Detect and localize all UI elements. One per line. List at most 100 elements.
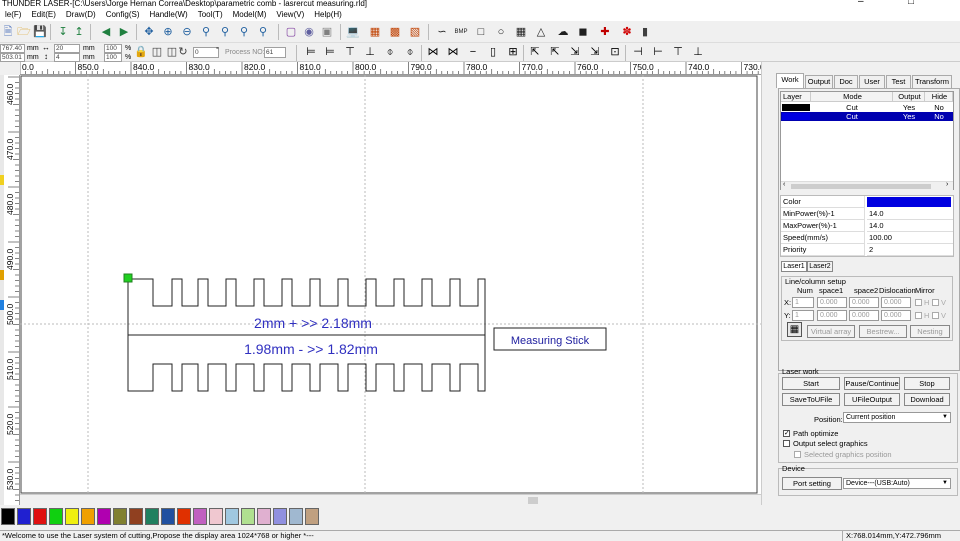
tab-doc[interactable]: Doc	[834, 75, 858, 88]
palette-swatch[interactable]	[33, 508, 47, 525]
menu-3[interactable]: Config(S)	[101, 8, 145, 21]
align-right-icon[interactable]: ⊨	[323, 45, 337, 59]
zoom-window-icon[interactable]: ⚲	[199, 25, 213, 39]
lock-icon[interactable]: 🔒	[134, 45, 148, 59]
menu-6[interactable]: Model(M)	[228, 8, 272, 21]
align-left-icon[interactable]: ⊨	[304, 45, 318, 59]
mirror-h-icon[interactable]: ◫	[150, 45, 164, 59]
array-num-input[interactable]: 1	[792, 297, 814, 308]
stop-button[interactable]: Stop	[904, 377, 950, 390]
zoom-in-icon[interactable]: ⊕	[161, 25, 175, 39]
prop-value[interactable]: 14.0	[867, 220, 953, 232]
palette-swatch[interactable]	[113, 508, 127, 525]
drawing-canvas[interactable]: 2mm + >> 2.18mm 1.98mm - >> 1.82mm Measu…	[20, 75, 761, 494]
undo-icon[interactable]: ◀	[99, 25, 113, 39]
align-center-h-icon[interactable]: ⌽	[403, 45, 417, 59]
port-setting-button[interactable]: Port setting	[782, 477, 842, 490]
palette-swatch[interactable]	[177, 508, 191, 525]
scatter-dots-icon[interactable]: ▩	[388, 25, 402, 39]
palette-swatch[interactable]	[145, 508, 159, 525]
layer-hscrollbar[interactable]: ‹ ›	[781, 181, 953, 190]
selected-position-checkbox[interactable]	[794, 451, 801, 458]
save-icon[interactable]: 💾	[33, 25, 47, 39]
same-height-icon[interactable]: ▯	[486, 45, 500, 59]
palette-swatch[interactable]	[305, 508, 319, 525]
scale-x-input[interactable]: 100	[104, 44, 122, 53]
arrange-top-right-icon[interactable]: ⇱	[548, 45, 562, 59]
palette-swatch[interactable]	[1, 508, 15, 525]
start-button[interactable]: Start	[782, 377, 840, 390]
mirror-v-checkbox[interactable]	[932, 312, 939, 319]
eye-icon[interactable]: ◉	[302, 25, 316, 39]
laser-pen-icon[interactable]: ✚	[598, 25, 612, 39]
arrange-center-icon[interactable]: ⊡	[608, 45, 622, 59]
palette-swatch[interactable]	[225, 508, 239, 525]
device-select[interactable]: Device---(USB:Auto) ▼	[843, 478, 951, 489]
menu-4[interactable]: Handle(W)	[144, 8, 192, 21]
array-s1-input[interactable]: 0.000	[817, 297, 847, 308]
arrange-bottom-right-icon[interactable]: ⇲	[588, 45, 602, 59]
array-dis-input[interactable]: 0.000	[881, 310, 911, 321]
palette-swatch[interactable]	[209, 508, 223, 525]
palette-swatch[interactable]	[193, 508, 207, 525]
distribute-h-icon[interactable]: ⋈	[426, 45, 440, 59]
zoom-all-icon[interactable]: ⚲	[256, 25, 270, 39]
page-bottom-icon[interactable]: ⊥	[691, 45, 705, 59]
palette-swatch[interactable]	[49, 508, 63, 525]
array-s2-input[interactable]: 0.000	[849, 297, 879, 308]
width-input[interactable]: 20	[54, 44, 80, 53]
palette-swatch[interactable]	[129, 508, 143, 525]
array-s1-input[interactable]: 0.000	[817, 310, 847, 321]
menu-5[interactable]: Tool(T)	[193, 8, 228, 21]
mirror-h-checkbox[interactable]	[915, 299, 922, 306]
mirror-h-checkbox[interactable]	[915, 312, 922, 319]
palette-swatch[interactable]	[257, 508, 271, 525]
pause-continue-button[interactable]: Pause/Continue	[844, 377, 900, 390]
mirror-v-checkbox[interactable]	[932, 299, 939, 306]
prop-value[interactable]: 14.0	[867, 208, 953, 220]
polygon-tool-icon[interactable]: △	[534, 25, 548, 39]
array-s2-input[interactable]: 0.000	[849, 310, 879, 321]
curve-tool-icon[interactable]: ∽	[435, 25, 449, 39]
export-icon[interactable]: ↥	[72, 25, 86, 39]
prop-value[interactable]: 100.00	[867, 232, 953, 244]
red-light-icon[interactable]: ✽	[620, 25, 634, 39]
palette-swatch[interactable]	[241, 508, 255, 525]
monitor-icon[interactable]: 💻	[346, 25, 360, 39]
frame-icon[interactable]: ▢	[284, 25, 298, 39]
scroll-thumb[interactable]	[528, 497, 538, 504]
tab-work[interactable]: Work	[776, 73, 804, 88]
page-top-icon[interactable]: ⊤	[671, 45, 685, 59]
prop-color-value[interactable]	[867, 197, 951, 207]
layer-table[interactable]: Layer Mode Output Hide Cut Yes No Cut Yes No ‹ ›	[780, 91, 954, 190]
array-grid-icon[interactable]: ▦	[787, 322, 802, 337]
open-folder-icon[interactable]: 🗁	[17, 25, 31, 39]
new-file-icon[interactable]: 🗎	[1, 25, 15, 39]
ufileoutput-button[interactable]: UFileOutput	[844, 393, 900, 406]
camera-icon[interactable]: ◼	[576, 25, 590, 39]
savetoufile-button[interactable]: SaveToUFile	[782, 393, 840, 406]
layer-row[interactable]: Cut Yes No	[781, 112, 953, 121]
menu-1[interactable]: Edit(E)	[26, 8, 60, 21]
menu-0[interactable]: le(F)	[0, 8, 26, 21]
laser-tab-1[interactable]: Laser1	[781, 261, 807, 272]
arrange-top-left-icon[interactable]: ⇱	[528, 45, 542, 59]
rotate-icon[interactable]: ↻	[176, 45, 190, 59]
height-input[interactable]: 4	[54, 53, 80, 62]
same-size-icon[interactable]: ⊞	[506, 45, 520, 59]
import-icon[interactable]: ↧	[56, 25, 70, 39]
tab-output[interactable]: Output	[805, 75, 833, 88]
pan-icon[interactable]: ✥	[142, 25, 156, 39]
text-tool-icon[interactable]: ▦	[514, 25, 528, 39]
zoom-out-icon[interactable]: ⊖	[180, 25, 194, 39]
page-left-icon[interactable]: ⊣	[631, 45, 645, 59]
tab-transform[interactable]: Transform	[912, 75, 952, 88]
minimize-icon[interactable]: –	[858, 0, 864, 7]
array-dis-input[interactable]: 0.000	[881, 297, 911, 308]
grid-dots-icon[interactable]: ▦	[368, 25, 382, 39]
palette-swatch[interactable]	[273, 508, 287, 525]
layer-scroll-thumb[interactable]	[791, 184, 931, 189]
tool-marker-2[interactable]	[0, 270, 4, 280]
cloud-icon[interactable]: ☁	[556, 25, 570, 39]
arrange-bottom-left-icon[interactable]: ⇲	[568, 45, 582, 59]
